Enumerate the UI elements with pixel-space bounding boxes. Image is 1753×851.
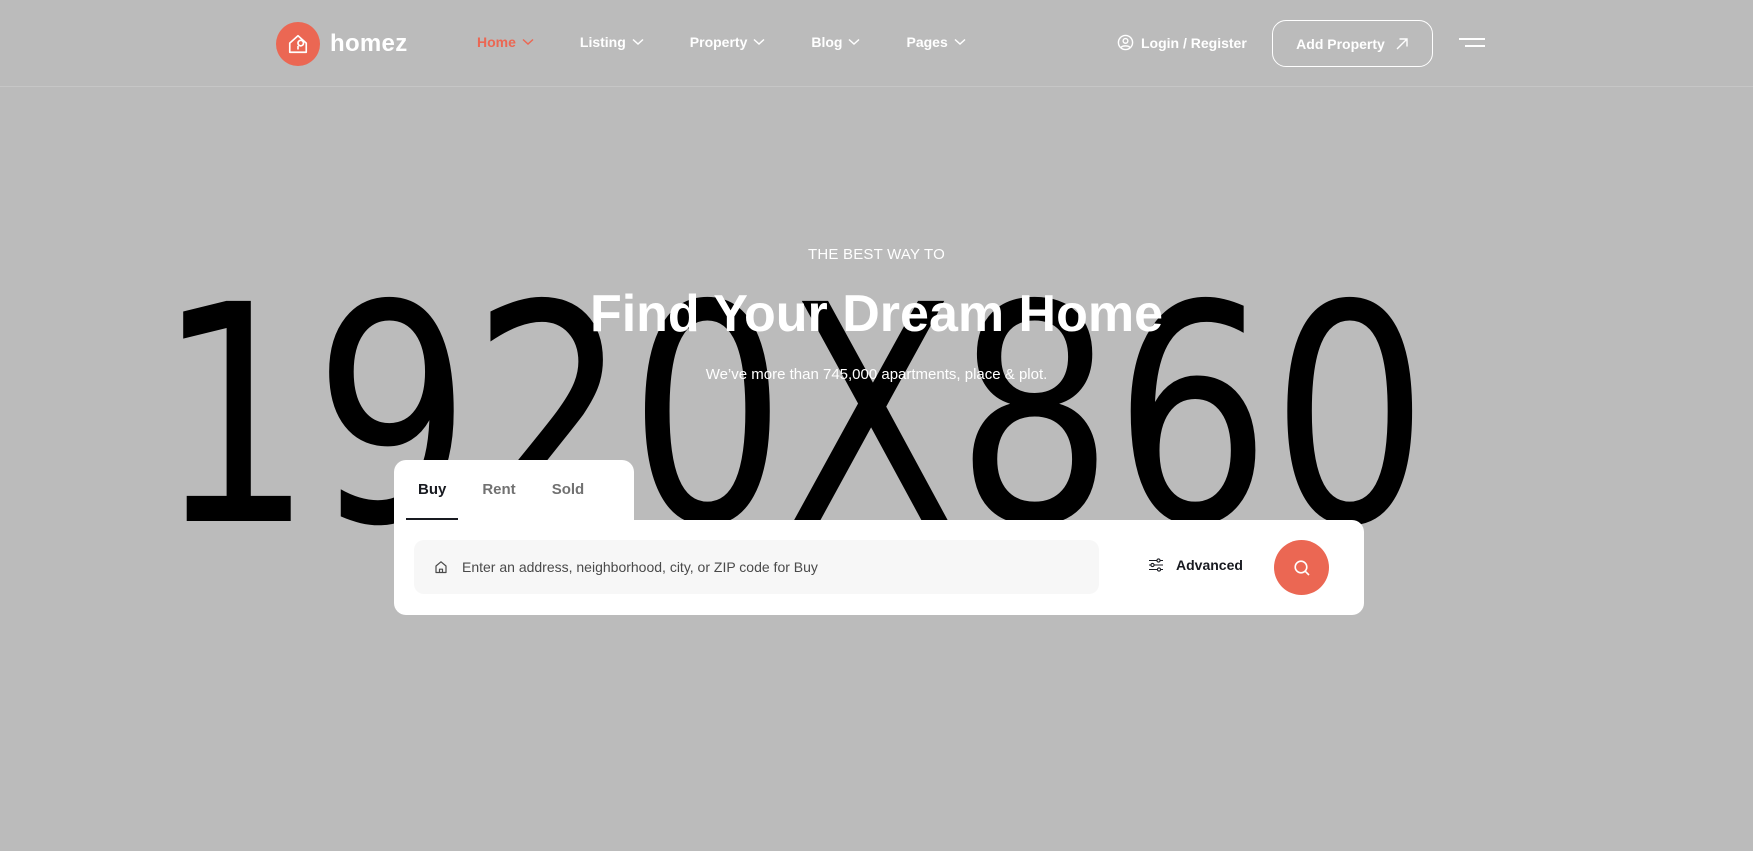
chevron-down-icon (753, 38, 765, 46)
arrow-up-right-icon (1395, 37, 1409, 51)
nav-item-label: Listing (579, 34, 626, 50)
user-icon (1117, 34, 1134, 51)
hero-title: Find Your Dream Home (589, 285, 1164, 343)
chevron-down-icon (522, 38, 534, 46)
search-field[interactable] (414, 540, 1099, 594)
nav-item-listing[interactable]: Listing (580, 34, 644, 50)
search-icon (1293, 559, 1311, 577)
tab-sold[interactable]: Sold (552, 460, 585, 520)
nav-item-label: Home (477, 34, 516, 50)
add-property-label: Add Property (1296, 35, 1385, 52)
login-register-link[interactable]: Login / Register (1117, 34, 1247, 51)
logo[interactable]: homez (276, 22, 408, 66)
login-label: Login / Register (1141, 34, 1247, 51)
search-panel: Advanced (394, 520, 1364, 615)
chevron-down-icon (848, 38, 860, 46)
main-nav: Home Listing Property Blog Pages (477, 34, 966, 50)
advanced-label: Advanced (1176, 557, 1243, 573)
tab-rent[interactable]: Rent (482, 460, 515, 520)
nav-item-pages[interactable]: Pages (906, 34, 966, 50)
add-property-button[interactable]: Add Property (1272, 20, 1433, 67)
nav-item-home[interactable]: Home (477, 34, 534, 50)
search-input[interactable] (462, 559, 1082, 575)
search-button[interactable] (1274, 540, 1329, 595)
nav-item-label: Blog (811, 34, 843, 50)
chevron-down-icon (632, 38, 644, 46)
nav-item-label: Property (689, 34, 748, 50)
house-logo-icon (276, 22, 320, 66)
search-tabs: Buy Rent Sold (394, 460, 634, 520)
nav-item-label: Pages (906, 34, 948, 50)
hero-eyebrow: THE BEST WAY TO (808, 246, 945, 263)
nav-item-property[interactable]: Property (690, 34, 766, 50)
hero-subtitle: We’ve more than 745,000 apartments, plac… (705, 366, 1048, 383)
home-icon (434, 560, 448, 574)
sliders-icon (1148, 558, 1164, 572)
hamburger-icon[interactable] (1457, 36, 1485, 52)
site-header: homez Home Listing Property Blog Pages L… (0, 0, 1753, 87)
tab-buy[interactable]: Buy (405, 460, 459, 520)
brand-name: homez (330, 30, 408, 57)
nav-item-blog[interactable]: Blog (811, 34, 860, 50)
advanced-search-button[interactable]: Advanced (1148, 557, 1243, 573)
chevron-down-icon (954, 38, 966, 46)
